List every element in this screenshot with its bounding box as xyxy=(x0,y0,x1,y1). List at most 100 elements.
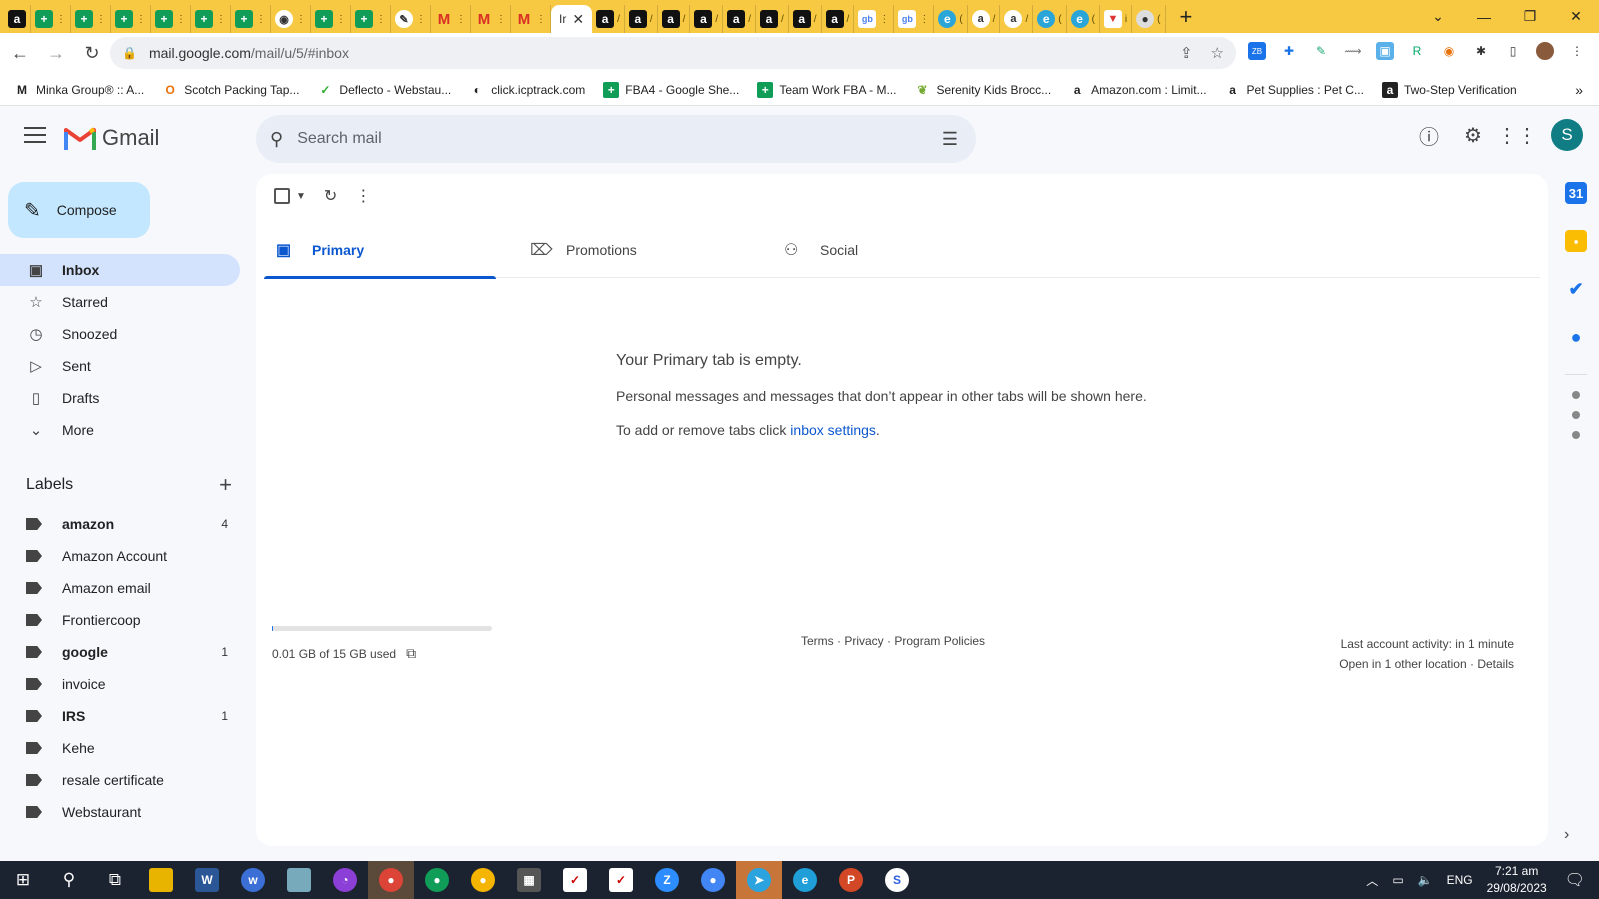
extension-icon[interactable]: ⟿ xyxy=(1344,42,1362,60)
browser-tab[interactable]: a / xyxy=(690,5,724,33)
language-indicator[interactable]: ENG xyxy=(1447,873,1473,887)
browser-tab[interactable]: a / xyxy=(625,5,658,33)
task-view-icon[interactable]: ⧉ xyxy=(92,861,138,899)
sidebar-item-drafts[interactable]: ▯ Drafts xyxy=(0,382,240,414)
label-amazon-email[interactable]: Amazon email xyxy=(0,572,240,604)
sidepanel-icon[interactable]: ▯ xyxy=(1504,42,1522,60)
browser-tab[interactable]: M ⋮ xyxy=(511,5,551,33)
label-invoice[interactable]: invoice xyxy=(0,668,240,700)
browser-tab[interactable]: a / xyxy=(723,5,756,33)
browser-tab[interactable]: + ⋮ xyxy=(31,5,71,33)
close-window-icon[interactable]: ✕ xyxy=(1553,8,1599,25)
browser-tab-active[interactable]: Ir ✕ xyxy=(551,5,593,33)
browser-tab[interactable]: a / xyxy=(822,5,855,33)
bookmark[interactable]: a Amazon.com : Limit... xyxy=(1069,82,1207,98)
browser-tab[interactable]: M ⋮ xyxy=(431,5,471,33)
extension-icon[interactable]: ZB xyxy=(1248,42,1266,60)
minimize-icon[interactable]: — xyxy=(1461,9,1507,25)
browser-tab[interactable]: a / xyxy=(756,5,789,33)
tab-promotions[interactable]: ⌦ Promotions xyxy=(518,222,772,278)
powerpoint-icon[interactable]: P xyxy=(828,861,874,899)
edge-icon[interactable]: e xyxy=(782,861,828,899)
browser-tab[interactable]: + ⋮ xyxy=(311,5,351,33)
bookmark[interactable]: a Pet Supplies : Pet C... xyxy=(1225,82,1364,98)
calculator-icon[interactable]: ▦ xyxy=(506,861,552,899)
browser-tab[interactable]: e( xyxy=(1067,5,1100,33)
browser-tab[interactable]: a / xyxy=(789,5,822,33)
network-icon[interactable]: ▭ xyxy=(1392,873,1403,887)
more-bookmarks-icon[interactable]: » xyxy=(1575,82,1583,98)
refresh-icon[interactable]: ↻ xyxy=(324,186,337,206)
main-menu-icon[interactable] xyxy=(24,127,46,148)
bookmark[interactable]: ✓ Deflecto - Webstau... xyxy=(317,82,451,98)
word-icon[interactable]: W xyxy=(184,861,230,899)
details-link[interactable]: Details xyxy=(1477,657,1514,671)
select-dropdown-icon[interactable]: ▼ xyxy=(296,191,306,202)
apps-grid-icon[interactable]: ⋮⋮ xyxy=(1497,119,1537,151)
contacts-icon[interactable]: ● xyxy=(1565,326,1587,348)
sidebar-item-snoozed[interactable]: ◷ Snoozed xyxy=(0,318,240,350)
extension-icon[interactable]: ✚ xyxy=(1280,42,1298,60)
url-text[interactable]: mail.google.com/mail/u/5/#inbox xyxy=(149,45,349,61)
extension-icon[interactable]: ▣ xyxy=(1376,42,1394,60)
app-icon[interactable] xyxy=(276,861,322,899)
keep-icon[interactable]: ▪ xyxy=(1565,230,1587,252)
browser-tab[interactable]: + ⋮ xyxy=(191,5,231,33)
back-icon[interactable]: ← xyxy=(4,38,36,70)
new-tab-button[interactable]: + xyxy=(1180,4,1193,30)
chrome-icon[interactable]: ● xyxy=(414,861,460,899)
browser-tab[interactable]: + ⋮ xyxy=(231,5,271,33)
app-icon[interactable]: ✓ xyxy=(552,861,598,899)
app-icon[interactable]: ◔ xyxy=(322,861,368,899)
inbox-settings-link[interactable]: inbox settings xyxy=(790,422,876,438)
sidebar-item-sent[interactable]: ▷ Sent xyxy=(0,350,240,382)
browser-menu-icon[interactable]: ⋮ xyxy=(1568,42,1586,60)
sidebar-item-more[interactable]: ⌄ More xyxy=(0,414,240,446)
chevron-up-icon[interactable]: ︿ xyxy=(1366,872,1378,889)
addon-dot-icon[interactable] xyxy=(1572,431,1580,439)
bookmark[interactable]: M Minka Group® :: A... xyxy=(14,82,144,98)
bookmark[interactable]: ❦ Serenity Kids Brocc... xyxy=(914,82,1051,98)
browser-tab[interactable]: gb ⋮ xyxy=(854,5,895,33)
calendar-icon[interactable]: 31 xyxy=(1565,182,1587,204)
close-tab-icon[interactable]: ✕ xyxy=(572,11,584,28)
browser-tab[interactable]: + ⋮ xyxy=(351,5,391,33)
help-icon[interactable]: ⓘ xyxy=(1413,119,1445,151)
search-icon[interactable]: ⚲ xyxy=(270,129,283,150)
select-all-checkbox[interactable] xyxy=(274,188,290,204)
profile-icon[interactable] xyxy=(1536,42,1554,60)
compose-button[interactable]: ✎ Compose xyxy=(8,182,150,238)
browser-tab[interactable]: + ⋮ xyxy=(111,5,151,33)
tab-primary[interactable]: ▣ Primary xyxy=(264,222,518,279)
bookmark[interactable]: + FBA4 - Google She... xyxy=(603,81,739,98)
extension-icon[interactable]: R xyxy=(1408,42,1426,60)
bookmark[interactable]: ◐ click.icptrack.com xyxy=(469,82,586,98)
chrome-icon[interactable]: ● xyxy=(460,861,506,899)
label-google[interactable]: google 1 xyxy=(0,636,240,668)
browser-tab[interactable]: a / xyxy=(658,5,691,33)
browser-tab[interactable]: a / xyxy=(1000,5,1034,33)
bookmark-star-icon[interactable]: ☆ xyxy=(1211,44,1224,62)
browser-tab[interactable]: + ⋮ xyxy=(71,5,111,33)
label-amazon[interactable]: amazon 4 xyxy=(0,508,240,540)
browser-tab[interactable]: ◉ ⋮ xyxy=(271,5,311,33)
label-webstaurant[interactable]: Webstaurant xyxy=(0,796,240,828)
lock-icon[interactable]: 🔒 xyxy=(122,46,137,60)
notifications-icon[interactable]: 🗨 xyxy=(1565,870,1585,890)
gmail-logo[interactable]: Gmail xyxy=(64,125,159,151)
label-irs[interactable]: IRS 1 xyxy=(0,700,240,732)
puzzle-icon[interactable]: ✱ xyxy=(1472,42,1490,60)
chrome-icon[interactable]: ● xyxy=(690,861,736,899)
reload-icon[interactable]: ↻ xyxy=(76,38,108,70)
avatar[interactable]: S xyxy=(1551,119,1583,151)
browser-tab[interactable]: + ⋮ xyxy=(151,5,191,33)
browser-tab[interactable]: ✎ ⋮ xyxy=(391,5,431,33)
more-options-icon[interactable]: ⋮ xyxy=(355,186,371,206)
create-label-button[interactable]: + xyxy=(219,472,232,498)
app-icon[interactable]: S xyxy=(874,861,920,899)
forward-icon[interactable]: → xyxy=(40,38,72,70)
restore-icon[interactable]: ❐ xyxy=(1507,8,1553,25)
browser-tab[interactable]: a / xyxy=(592,5,625,33)
search-input[interactable] xyxy=(297,130,878,148)
file-explorer-icon[interactable] xyxy=(138,861,184,899)
